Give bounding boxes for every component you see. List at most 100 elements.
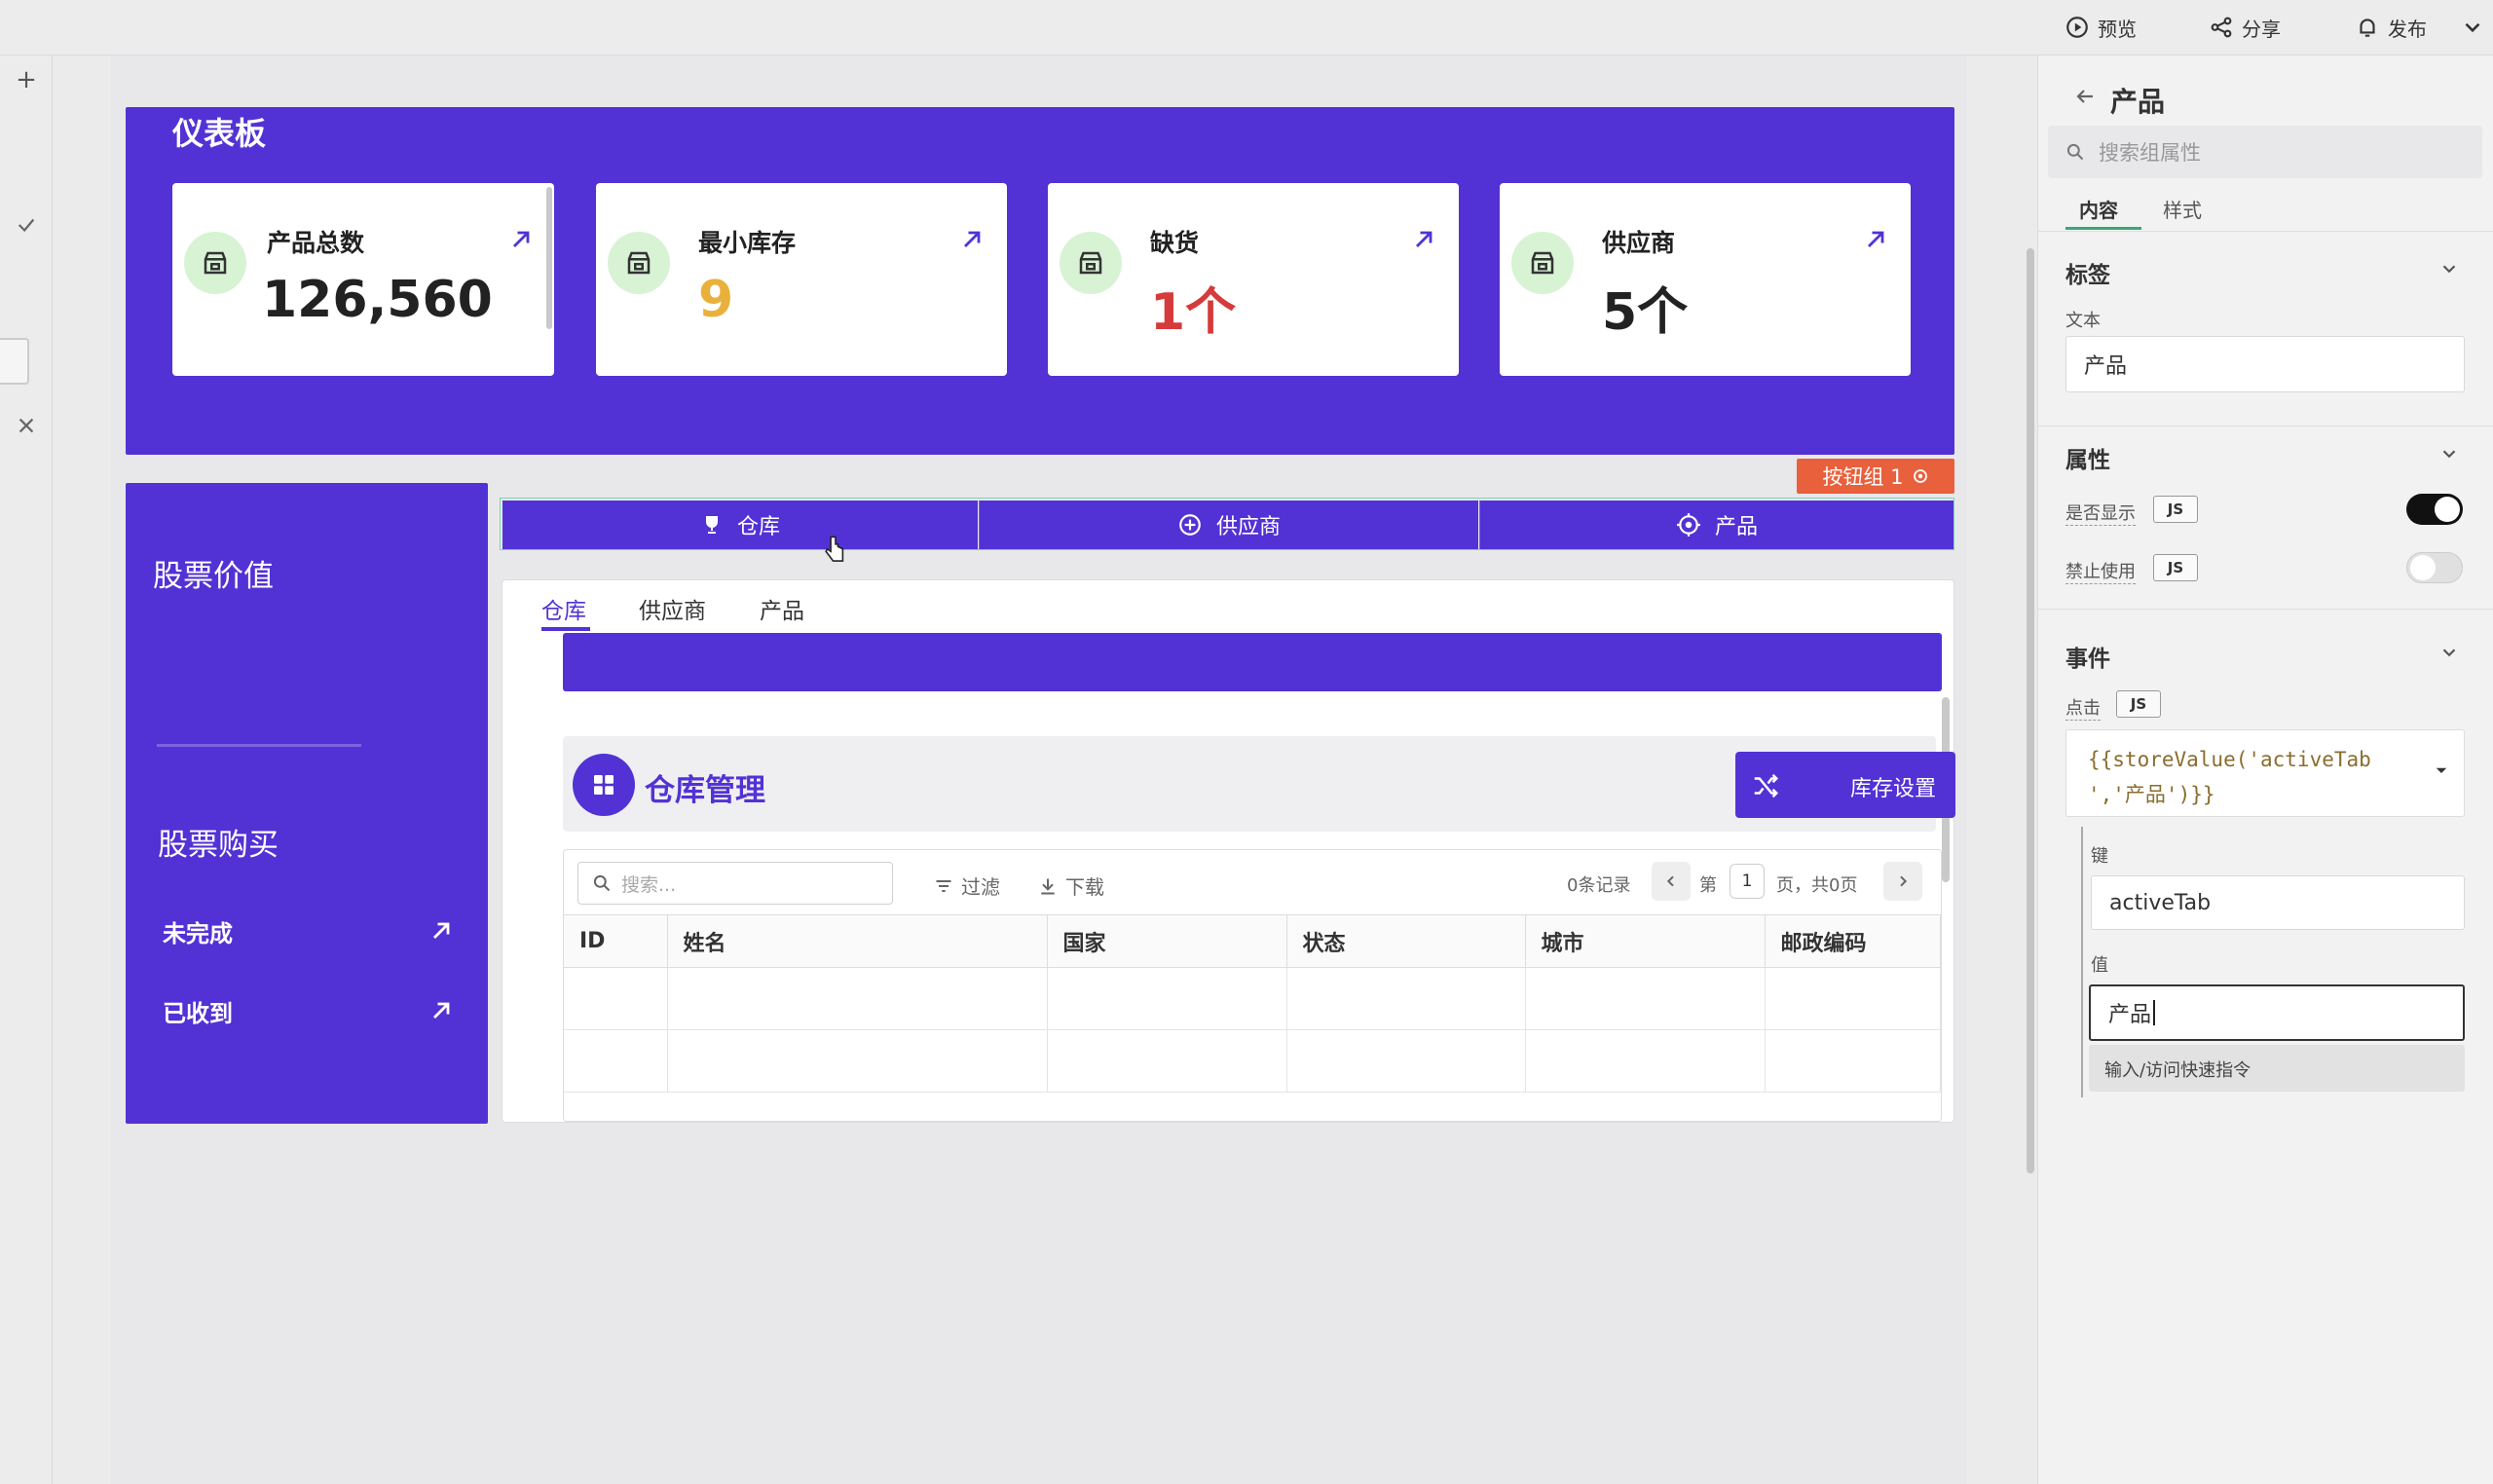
value-input[interactable]: 产品 [2089, 984, 2465, 1041]
column-header-zip[interactable]: 邮政编码 [1765, 914, 1941, 968]
tab-supplier[interactable]: 供应商 [639, 592, 706, 625]
tab-product[interactable]: 产品 [760, 592, 804, 625]
page-number-input[interactable]: 1 [1730, 864, 1765, 899]
key-input[interactable]: activeTab [2091, 875, 2465, 930]
table-header-row: ID 姓名 国家 状态 城市 邮政编码 [564, 914, 1941, 968]
table-search-input[interactable]: 搜索... [577, 862, 893, 905]
stock-value-title: 股票价值 [153, 559, 274, 594]
preview-button[interactable]: 预览 [2065, 10, 2137, 45]
preview-label: 预览 [2098, 17, 2137, 41]
chevron-down-icon[interactable] [2438, 642, 2460, 663]
close-icon[interactable] [0, 414, 53, 443]
store-icon [608, 232, 670, 294]
next-page-button[interactable] [1883, 862, 1922, 901]
js-toggle-button[interactable]: JS [2116, 690, 2161, 718]
property-panel: 产品 搜索组属性 内容 样式 标签 文本 产品 属性 是否显示 JS 禁止使用 … [2027, 56, 2493, 1484]
column-header-id[interactable]: ID [564, 914, 668, 968]
column-header-country[interactable]: 国家 [1047, 914, 1287, 968]
card-value: 9 [698, 271, 734, 329]
section-props-title[interactable]: 属性 [2065, 441, 2110, 474]
tab-warehouse[interactable]: 仓库 [541, 592, 586, 625]
disabled-label: 禁止使用 [2065, 558, 2136, 584]
share-icon [2211, 17, 2232, 38]
stat-card-suppliers[interactable]: 供应商 5个 [1500, 183, 1911, 376]
visible-label: 是否显示 [2065, 500, 2136, 526]
nested-guide-line [2081, 827, 2083, 1097]
tabs-container: 仓库 供应商 产品 仓库管理 库存设置 搜索... 过滤 下载 0条记录 第 1… [502, 579, 1955, 1123]
button-product[interactable]: 产品 [1479, 501, 1953, 549]
left-rail: + [0, 56, 53, 1484]
chevron-down-icon[interactable] [2438, 258, 2460, 279]
settings-icon [1913, 469, 1927, 483]
back-arrow-icon[interactable] [2073, 85, 2097, 108]
arrow-up-right-icon [433, 922, 450, 939]
quick-command-hint[interactable]: 输入/访问快速指令 [2089, 1045, 2465, 1092]
button-supplier[interactable]: 供应商 [979, 501, 1478, 549]
button-warehouse[interactable]: 仓库 [502, 501, 978, 549]
card-value: 126,560 [262, 271, 493, 329]
store-icon [184, 232, 246, 294]
stock-settings-button[interactable]: 库存设置 [1735, 752, 1955, 818]
arrow-up-right-icon[interactable] [1862, 226, 1889, 253]
arrow-up-right-icon[interactable] [507, 226, 535, 253]
column-header-status[interactable]: 状态 [1286, 914, 1526, 968]
active-tab-indicator [2065, 227, 2141, 230]
top-toolbar: 预览 分享 发布 [0, 0, 2493, 56]
publish-button[interactable]: 发布 [2355, 10, 2427, 45]
label-text-input[interactable]: 产品 [2065, 336, 2465, 392]
button-label: 产品 [1714, 515, 1758, 539]
card-value: 1个 [1150, 283, 1237, 342]
code-line: ','产品')}} [2088, 783, 2215, 806]
stat-card-total-products[interactable]: 产品总数 126,560 [172, 183, 554, 376]
table-row[interactable] [564, 967, 1941, 1030]
card-scrollbar[interactable] [546, 187, 552, 329]
share-button[interactable]: 分享 [2209, 10, 2281, 45]
data-grid: ID 姓名 国家 状态 城市 邮政编码 [564, 914, 1941, 1093]
widget-name-tag[interactable]: 按钮组 1 [1797, 459, 1954, 494]
stock-buy-title: 股票购买 [158, 828, 279, 863]
section-events-title[interactable]: 事件 [2065, 640, 2110, 673]
trophy-icon [705, 516, 718, 534]
table-row[interactable] [564, 1029, 1941, 1093]
chevron-down-icon[interactable] [2438, 443, 2460, 464]
filter-button[interactable]: 过滤 [934, 872, 1000, 900]
js-toggle-button[interactable]: JS [2153, 496, 2198, 523]
stat-card-min-stock[interactable]: 最小库存 9 [596, 183, 1007, 376]
card-title: 缺货 [1150, 229, 1200, 257]
arrow-up-right-icon[interactable] [958, 226, 986, 253]
column-header-name[interactable]: 姓名 [667, 914, 1048, 968]
add-icon[interactable]: + [0, 65, 53, 94]
click-action-code-editor[interactable]: {{storeValue('activeTab ','产品')}} [2065, 729, 2465, 817]
canvas-scrollbar[interactable] [2027, 248, 2034, 1173]
prev-page-button[interactable] [1652, 862, 1691, 901]
target-icon [1677, 513, 1700, 537]
tab-style[interactable]: 样式 [2163, 195, 2202, 223]
check-icon[interactable] [0, 213, 53, 242]
warehouse-title: 仓库管理 [645, 773, 765, 808]
tab-content[interactable]: 内容 [2079, 195, 2118, 223]
download-button[interactable]: 下载 [1038, 872, 1104, 900]
arrow-up-right-icon[interactable] [1410, 226, 1437, 253]
rail-tab[interactable] [0, 338, 29, 385]
column-header-city[interactable]: 城市 [1525, 914, 1766, 968]
search-placeholder: 搜索组属性 [2099, 141, 2201, 165]
disabled-toggle[interactable] [2406, 552, 2463, 583]
stock-item-pending[interactable]: 未完成 [163, 911, 455, 950]
plus-circle-icon [1179, 514, 1201, 536]
button-label: 仓库 [736, 515, 780, 539]
stat-card-out-of-stock[interactable]: 缺货 1个 [1048, 183, 1459, 376]
download-label: 下载 [1065, 875, 1104, 899]
chevron-down-icon [2465, 22, 2480, 33]
store-icon [1060, 232, 1122, 294]
caret-down-icon[interactable] [2433, 761, 2450, 779]
property-search-input[interactable]: 搜索组属性 [2048, 126, 2482, 178]
warehouse-header: 仓库管理 库存设置 [563, 736, 1955, 832]
stock-item-received[interactable]: 已收到 [163, 991, 455, 1030]
visible-toggle[interactable] [2406, 494, 2463, 525]
publish-dropdown[interactable] [2460, 10, 2485, 45]
stock-item-label: 已收到 [163, 999, 233, 1027]
js-toggle-button[interactable]: JS [2153, 554, 2198, 581]
section-label-title[interactable]: 标签 [2065, 256, 2110, 289]
bell-icon [2360, 19, 2375, 37]
widget-name-label: 按钮组 1 [1822, 465, 1904, 489]
